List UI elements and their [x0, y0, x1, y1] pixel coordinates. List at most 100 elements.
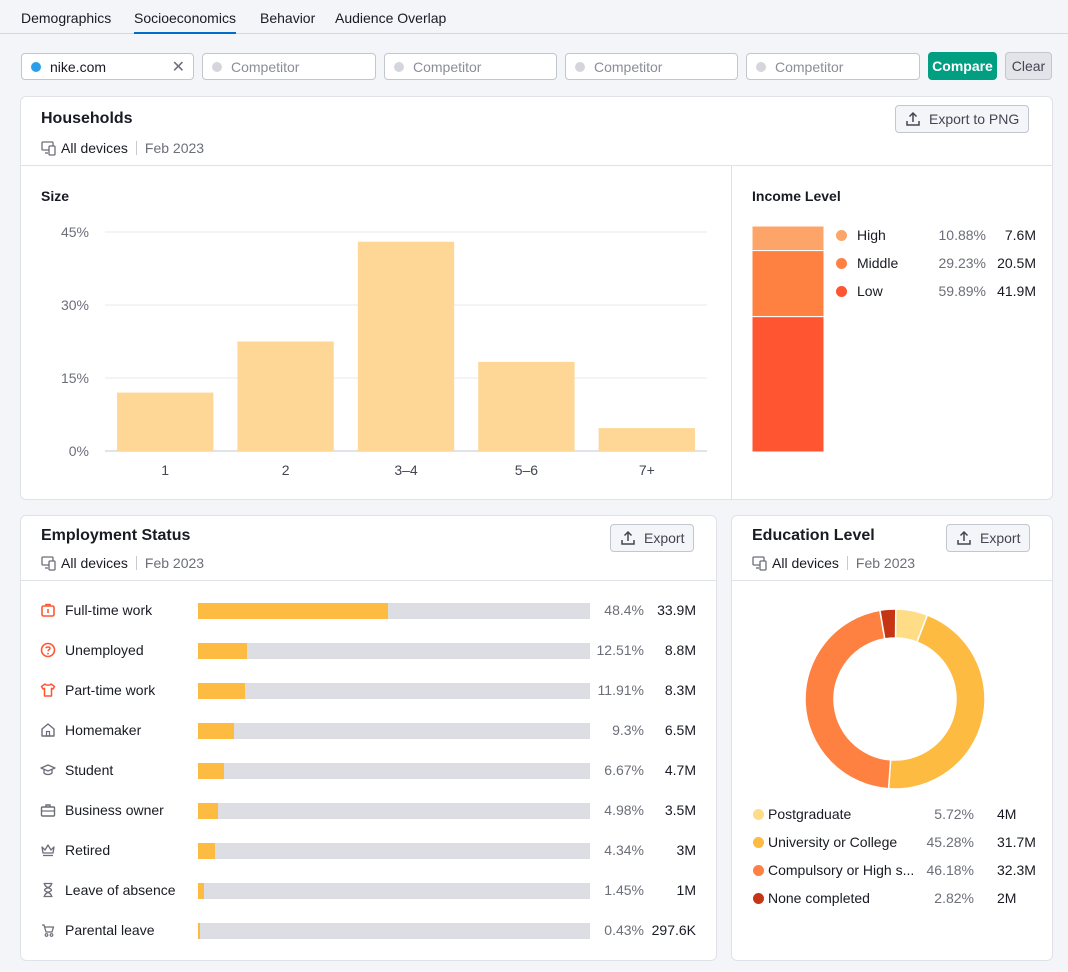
legend-percent: 45.28%: [926, 834, 974, 850]
close-icon[interactable]: ✕: [172, 57, 185, 77]
employment-label-business-owner: Business owner: [65, 802, 164, 818]
x-tick-label: 7+: [639, 462, 655, 478]
employment-value: 6.5M: [664, 722, 696, 738]
income-segment-high[interactable]: [752, 226, 824, 252]
income-stacked-bar: [752, 226, 824, 452]
y-tick-label: 30%: [61, 297, 89, 313]
devices-label: All devices: [772, 555, 839, 571]
compare-button[interactable]: Compare: [928, 52, 997, 80]
tab-demographics[interactable]: Demographics: [21, 10, 111, 26]
employment-label-retired: Retired: [65, 842, 111, 858]
employment-label-unemployed: Unemployed: [65, 642, 144, 658]
export-employment-button[interactable]: Export: [610, 524, 695, 552]
employment-row: Business owner 4.98% 3.5M: [40, 801, 700, 821]
x-tick-label: 2: [282, 462, 290, 478]
tab-audience-overlap[interactable]: Audience Overlap: [335, 10, 446, 26]
employment-row: Part-time work 11.91% 8.3M: [40, 681, 700, 701]
competitor-placeholder: Competitor: [775, 59, 844, 75]
hourglass-icon: [43, 882, 53, 898]
period-label: Feb 2023: [144, 140, 205, 156]
competitor-input-4[interactable]: Competitor: [746, 53, 920, 80]
bar-2[interactable]: [237, 341, 334, 452]
legend-dot: [753, 837, 764, 848]
bar-3–4[interactable]: [357, 241, 455, 451]
domain-input-primary[interactable]: nike.com ✕: [21, 53, 194, 80]
employment-bar-track[interactable]: [198, 603, 590, 619]
y-tick-label: 0%: [69, 443, 89, 459]
devices-icon: [41, 141, 56, 156]
domain-color-dot: [575, 62, 585, 72]
employment-label-homemaker: Homemaker: [65, 722, 142, 738]
export-label: Export to PNG: [929, 111, 1020, 127]
legend-value: 20.5M: [997, 255, 1036, 271]
employment-bar-track[interactable]: [198, 643, 590, 659]
domain-input-value: nike.com: [50, 59, 107, 75]
export-label: Export: [980, 530, 1021, 546]
employment-bar-fill: [198, 803, 218, 819]
legend-percent: 10.88%: [938, 227, 986, 243]
legend-value: 7.6M: [1004, 227, 1036, 243]
legend-label: University or College: [768, 834, 898, 850]
legend-label: Low: [857, 283, 883, 299]
clear-button[interactable]: Clear: [1005, 52, 1052, 80]
export-to-png-button[interactable]: Export to PNG: [895, 105, 1030, 133]
income-segment-low[interactable]: [752, 316, 824, 452]
y-tick-label: 45%: [61, 224, 89, 240]
competitor-input-2[interactable]: Competitor: [384, 53, 557, 80]
employment-bar-fill: [198, 723, 235, 739]
employment-bar-fill: [198, 603, 388, 619]
tab-behavior[interactable]: Behavior: [260, 10, 315, 26]
tab-bar: Demographics Socioeconomics Behavior Aud…: [0, 0, 1068, 34]
education-legend: Postgraduate 5.72% 4M University or College…: [752, 805, 1036, 915]
education-meta: All devices Feb 2023: [752, 555, 915, 571]
legend-dot: [753, 809, 764, 820]
employment-value: 4.7M: [664, 762, 696, 778]
period-label: Feb 2023: [144, 555, 205, 571]
donut-slice-university-or-college[interactable]: [887, 614, 986, 790]
employment-bar-track[interactable]: [198, 923, 590, 939]
employment-value: 3.5M: [664, 802, 696, 818]
shirt-icon: [40, 683, 56, 697]
meta-divider: [135, 556, 137, 570]
export-education-button[interactable]: Export: [946, 524, 1031, 552]
competitor-input-3[interactable]: Competitor: [565, 53, 738, 80]
divider: [731, 166, 732, 499]
meta-divider: [846, 556, 848, 570]
employment-label-full-time-work: Full-time work: [65, 602, 153, 618]
graduation-cap-icon: [40, 764, 56, 776]
competitor-input-1[interactable]: Competitor: [202, 53, 376, 80]
bar-1[interactable]: [117, 392, 214, 451]
employment-label-student: Student: [65, 762, 114, 778]
question-circle-icon: [40, 642, 56, 658]
employment-label-parental-leave: Parental leave: [65, 922, 155, 938]
donut-slice-compulsory-or-high-s[interactable]: [804, 609, 892, 790]
employment-percent: 4.98%: [604, 802, 644, 818]
employment-value: 1M: [676, 882, 696, 898]
divider: [732, 580, 1052, 581]
devices-label: All devices: [61, 555, 128, 571]
employment-bar-track[interactable]: [198, 763, 590, 779]
employment-row: Student 6.67% 4.7M: [40, 761, 700, 781]
employment-bar-track[interactable]: [198, 723, 590, 739]
bar-7+[interactable]: [598, 428, 695, 451]
x-tick-label: 5–6: [515, 462, 539, 478]
employment-percent: 12.51%: [596, 642, 644, 658]
legend-value: 32.3M: [997, 862, 1036, 878]
export-label: Export: [644, 530, 685, 546]
tab-socioeconomics[interactable]: Socioeconomics: [134, 10, 236, 34]
income-legend: High 10.88% 7.6M Middle 29.23% 20.5M Low…: [836, 226, 1036, 306]
devices-label: All devices: [61, 140, 128, 156]
legend-dot: [753, 865, 764, 876]
legend-item-high: High 10.88% 7.6M: [836, 226, 1036, 246]
employment-bar-track[interactable]: [198, 683, 590, 699]
legend-item: University or College 45.28% 31.7M: [752, 833, 1036, 853]
employment-percent: 9.3%: [612, 722, 644, 738]
legend-label: High: [857, 227, 886, 243]
employment-row: Homemaker 9.3% 6.5M: [40, 721, 700, 741]
employment-bar-track[interactable]: [198, 803, 590, 819]
employment-bar-track[interactable]: [198, 843, 590, 859]
income-segment-middle[interactable]: [752, 250, 824, 318]
employment-bar-track[interactable]: [198, 883, 590, 899]
employment-row: Unemployed 12.51% 8.8M: [40, 641, 700, 661]
bar-5–6[interactable]: [478, 361, 575, 451]
